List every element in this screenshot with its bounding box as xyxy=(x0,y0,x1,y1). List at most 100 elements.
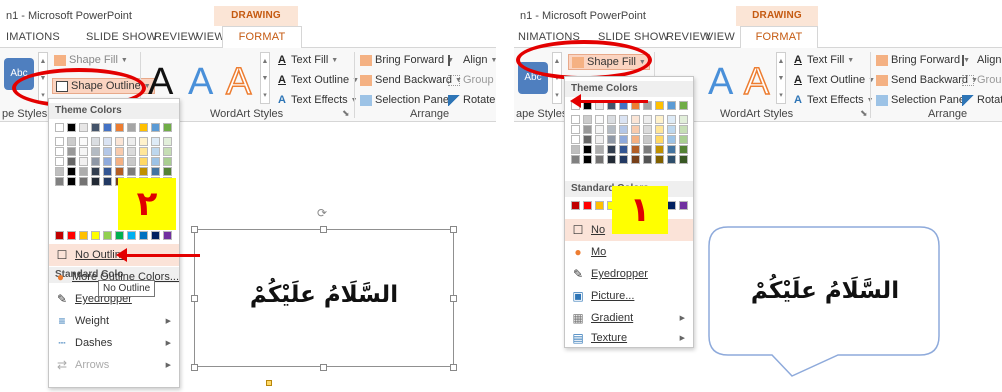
theme-color-swatch[interactable] xyxy=(79,147,88,156)
resize-handle[interactable] xyxy=(450,364,457,371)
theme-color-swatch[interactable] xyxy=(679,155,688,164)
theme-color-swatch[interactable] xyxy=(655,145,664,154)
theme-color-swatch[interactable] xyxy=(619,125,628,134)
theme-color-swatch[interactable] xyxy=(163,137,172,146)
theme-color-swatch[interactable] xyxy=(67,177,76,186)
chevron-down-icon[interactable]: ▼ xyxy=(777,70,785,87)
tab-review[interactable]: REVIEW xyxy=(154,31,199,43)
resize-handle[interactable] xyxy=(450,226,457,233)
text-outline-button[interactable]: A Text Outline ▼ xyxy=(792,74,875,86)
theme-color-swatch[interactable] xyxy=(607,155,616,164)
standard-color-swatch[interactable] xyxy=(571,201,580,210)
theme-color-swatch[interactable] xyxy=(139,167,148,176)
standard-color-swatch[interactable] xyxy=(679,201,688,210)
theme-color-swatch[interactable] xyxy=(115,157,124,166)
wordart-preset-blue[interactable]: A xyxy=(708,62,733,102)
arrows-item[interactable]: ⇄ Arrows ▶ xyxy=(49,354,179,376)
theme-color-swatch[interactable] xyxy=(115,147,124,156)
resize-handle[interactable] xyxy=(191,226,198,233)
wordart-scroller[interactable]: ▲ ▼ ▾ xyxy=(260,52,270,104)
theme-color-swatch[interactable] xyxy=(583,125,592,134)
theme-color-swatch[interactable] xyxy=(67,167,76,176)
rotate-button[interactable]: Rotate ▼ xyxy=(448,94,496,106)
theme-color-swatch[interactable] xyxy=(643,155,652,164)
eyedropper-item[interactable]: ✎ Eyedropper xyxy=(565,263,693,285)
theme-color-swatch[interactable] xyxy=(583,155,592,164)
tab-format[interactable]: FORMAT xyxy=(222,26,302,49)
text-effects-button[interactable]: A Text Effects ▼ xyxy=(792,94,874,106)
bring-forward-button[interactable]: Bring Forward ▼ xyxy=(876,54,970,66)
gradient-item[interactable]: ▦ Gradient ▶ xyxy=(565,307,693,329)
standard-color-swatch[interactable] xyxy=(67,231,76,240)
theme-color-swatch[interactable] xyxy=(607,125,616,134)
theme-color-swatch[interactable] xyxy=(163,157,172,166)
theme-color-swatch[interactable] xyxy=(679,101,688,110)
more-fill-colors-item[interactable]: ● Mo xyxy=(565,241,693,263)
theme-color-swatch[interactable] xyxy=(91,177,100,186)
theme-color-swatch[interactable] xyxy=(667,145,676,154)
rotate-button[interactable]: Rotate xyxy=(962,94,1002,106)
theme-color-swatch[interactable] xyxy=(607,135,616,144)
standard-color-swatch[interactable] xyxy=(667,201,676,210)
theme-color-swatch[interactable] xyxy=(607,115,616,124)
text-effects-button[interactable]: A Text Effects ▼ xyxy=(276,94,358,106)
theme-color-swatch[interactable] xyxy=(103,177,112,186)
send-backward-button[interactable]: Send Backward ▼ xyxy=(360,74,462,86)
wordart-scroller[interactable]: ▲ ▼ ▾ xyxy=(776,52,786,104)
theme-color-swatch[interactable] xyxy=(619,115,628,124)
theme-color-swatch[interactable] xyxy=(151,157,160,166)
theme-color-swatch[interactable] xyxy=(79,157,88,166)
theme-color-swatch[interactable] xyxy=(55,123,64,132)
dialog-launcher-icon[interactable]: ⬊ xyxy=(342,108,350,119)
theme-color-swatch[interactable] xyxy=(91,147,100,156)
standard-color-swatch[interactable] xyxy=(127,231,136,240)
standard-color-swatch[interactable] xyxy=(79,231,88,240)
theme-color-swatch[interactable] xyxy=(163,147,172,156)
theme-color-swatch[interactable] xyxy=(103,167,112,176)
theme-color-swatch[interactable] xyxy=(643,125,652,134)
theme-color-swatch[interactable] xyxy=(151,167,160,176)
theme-color-swatch[interactable] xyxy=(67,137,76,146)
theme-color-swatch[interactable] xyxy=(115,137,124,146)
more-icon[interactable]: ▾ xyxy=(777,87,785,104)
resize-handle[interactable] xyxy=(191,364,198,371)
text-fill-button[interactable]: A Text Fill ▼ xyxy=(792,54,854,66)
theme-color-swatch[interactable] xyxy=(679,115,688,124)
more-icon[interactable]: ▾ xyxy=(261,87,269,104)
theme-color-swatch[interactable] xyxy=(163,123,172,132)
chevron-up-icon[interactable]: ▲ xyxy=(39,53,47,70)
standard-color-swatch[interactable] xyxy=(163,231,172,240)
theme-color-swatch[interactable] xyxy=(127,123,136,132)
selection-pane-button[interactable]: Selection Pane xyxy=(360,94,449,106)
align-button[interactable]: Align ▼ xyxy=(448,54,496,66)
theme-color-swatch[interactable] xyxy=(79,123,88,132)
theme-color-swatch[interactable] xyxy=(655,155,664,164)
theme-color-swatch[interactable] xyxy=(571,115,580,124)
tab-slide-show[interactable]: SLIDE SHOW xyxy=(86,31,157,43)
theme-color-swatch[interactable] xyxy=(583,135,592,144)
theme-color-swatch[interactable] xyxy=(139,123,148,132)
chevron-up-icon[interactable]: ▲ xyxy=(777,53,785,70)
theme-color-swatch[interactable] xyxy=(583,115,592,124)
theme-color-swatch[interactable] xyxy=(139,137,148,146)
wordart-preset-orange[interactable]: A xyxy=(225,61,252,103)
theme-color-swatch[interactable] xyxy=(595,145,604,154)
theme-color-swatch[interactable] xyxy=(619,155,628,164)
theme-color-swatch[interactable] xyxy=(91,123,100,132)
selected-text-shape[interactable]: السَّلَامُ علَيْكُمْ xyxy=(194,229,454,367)
theme-color-swatch[interactable] xyxy=(679,125,688,134)
theme-color-swatch[interactable] xyxy=(667,125,676,134)
theme-color-swatch[interactable] xyxy=(595,125,604,134)
weight-item[interactable]: ≡ Weight ▶ xyxy=(49,310,179,332)
theme-color-swatch[interactable] xyxy=(655,125,664,134)
theme-color-swatch[interactable] xyxy=(583,145,592,154)
theme-color-swatch[interactable] xyxy=(679,145,688,154)
theme-color-swatch[interactable] xyxy=(571,135,580,144)
group-button[interactable]: Group ▼ xyxy=(448,74,496,86)
theme-color-swatch[interactable] xyxy=(91,137,100,146)
standard-color-swatch[interactable] xyxy=(595,201,604,210)
tab-view[interactable]: VIEW xyxy=(706,31,735,43)
theme-color-swatch[interactable] xyxy=(103,147,112,156)
selection-pane-button[interactable]: Selection Pane xyxy=(876,94,965,106)
tab-review[interactable]: REVIEW xyxy=(666,31,711,43)
